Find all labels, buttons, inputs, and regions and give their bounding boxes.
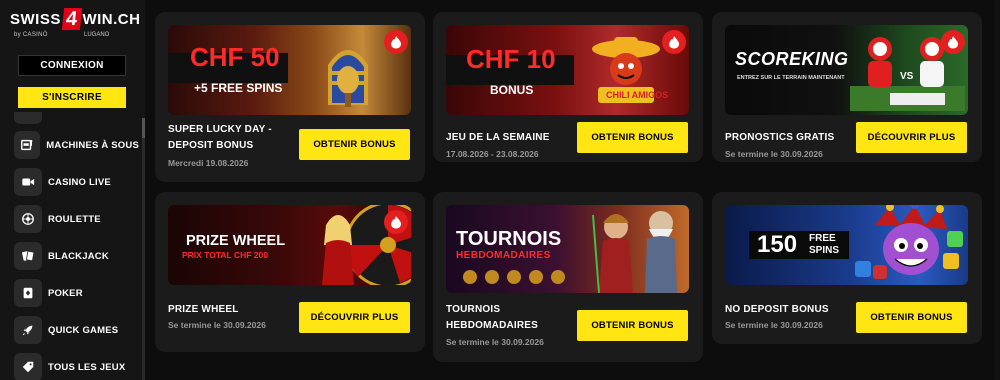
banner-headline: PRIZE WHEEL <box>186 233 286 249</box>
logo-subtitle-left: by CASINÒ <box>14 32 48 38</box>
hot-fire-icon <box>384 210 408 234</box>
banner-subline: SPINS <box>809 245 840 256</box>
slot-machine-icon <box>14 131 41 159</box>
logo-text-right: WIN.CH <box>82 10 141 28</box>
nav-item-poker[interactable]: POKER <box>14 279 139 307</box>
promo-subtitle: 17.08.2026 - 23.08.2026 <box>446 149 539 159</box>
promo-card: PRIZE WHEEL PRIX TOTAL CHF 200 PRIZE WHE… <box>155 192 425 352</box>
tournament-badges-icon <box>463 270 565 284</box>
banner-tagline: ENTREZ SUR LE TERRAIN MAINTENANT <box>737 75 845 81</box>
promo-title-line: DEPOSIT BONUS <box>168 140 254 151</box>
rocket-icon <box>14 316 42 344</box>
promo-subtitle: Se termine le 30.09.2026 <box>725 149 823 159</box>
nav-item-blackjack[interactable]: BLACKJACK <box>14 242 139 270</box>
hot-fire-icon <box>941 30 965 54</box>
banner-subline: +5 FREE SPINS <box>194 81 283 95</box>
get-bonus-button[interactable]: OBTENIR BONUS <box>577 310 688 341</box>
hot-fire-icon <box>384 30 408 54</box>
promo-banner[interactable]: SCOREKING ENTREZ SUR LE TERRAIN MAINTENA… <box>725 25 968 115</box>
promo-card: 150 FREE SPINS NO DEPOSIT BONUS Se termi… <box>712 192 982 344</box>
promo-title: NO DEPOSIT BONUS <box>725 304 829 315</box>
banner-headline: TOURNOIS <box>456 228 562 250</box>
promo-card: TOURNOIS HEBDOMADAIRES TOURNOIS HEBDOMAD… <box>433 192 703 362</box>
promo-subtitle: Se termine le 30.09.2026 <box>168 320 266 330</box>
site-logo[interactable]: SWISS 4 WIN.CH by CASINÒ LUGANO <box>10 8 140 38</box>
tag-icon <box>14 353 42 380</box>
promo-title-line: SUPER LUCKY DAY - <box>168 124 272 135</box>
nav-item-quick-games[interactable]: QUICK GAMES <box>14 316 139 344</box>
promo-title: PRONOSTICS GRATIS <box>725 132 835 143</box>
svg-text:VS: VS <box>900 71 914 82</box>
promo-title-line: TOURNOIS <box>446 304 501 315</box>
nav-label: MACHINES À SOUS <box>46 139 139 151</box>
banner-subline: BONUS <box>490 83 534 97</box>
roulette-icon <box>14 205 42 233</box>
banner-subline: HEBDOMADAIRES <box>456 250 551 261</box>
nav-label: ROULETTE <box>48 213 101 225</box>
banner-subline: FREE <box>809 233 836 244</box>
nav-item-live-casino[interactable]: CASINO LIVE <box>14 168 139 196</box>
nav-label: CASINO LIVE <box>48 176 111 188</box>
sidebar-scrollbar[interactable] <box>142 118 145 380</box>
logo-subtitle-right: LUGANO <box>84 32 110 38</box>
get-bonus-button[interactable]: OBTENIR BONUS <box>856 302 967 333</box>
promo-title: SUPER LUCKY DAY - DEPOSIT BONUS <box>168 122 272 154</box>
nav-item-all-games[interactable]: TOUS LES JEUX <box>14 353 139 380</box>
banner-headline: 150 <box>757 231 798 258</box>
nav-item-roulette[interactable]: ROULETTE <box>14 205 139 233</box>
get-bonus-button[interactable]: OBTENIR BONUS <box>577 122 688 153</box>
scrollbar-thumb[interactable] <box>142 118 145 138</box>
pharaoh-mask-icon <box>328 50 368 107</box>
banner-subline: PRIX TOTAL CHF 200 <box>182 250 268 260</box>
banner-brand: SCOREKING <box>735 49 849 69</box>
page-scrollbar[interactable] <box>994 0 1000 380</box>
promo-banner[interactable]: TOURNOIS HEBDOMADAIRES <box>446 205 689 293</box>
promo-banner[interactable]: CHF 10 BONUS CHILI AMIGOS <box>446 25 689 115</box>
signup-button[interactable]: S'INSCRIRE <box>18 87 126 108</box>
nav-item-partial <box>14 112 42 124</box>
promo-title-line: HEBDOMADAIRES <box>446 320 539 331</box>
promo-title: JEU DE LA SEMAINE <box>446 132 550 143</box>
discover-more-button[interactable]: DÉCOUVRIR PLUS <box>299 302 410 333</box>
promo-subtitle: Se termine le 30.09.2026 <box>725 320 823 330</box>
promo-card: SCOREKING ENTREZ SUR LE TERRAIN MAINTENA… <box>712 12 982 162</box>
banner-headline: CHF 50 <box>190 42 280 72</box>
poker-chip-icon <box>14 279 42 307</box>
promo-subtitle: Se termine le 30.09.2026 <box>446 337 544 347</box>
banner-game-name: CHILI AMIGOS <box>606 90 669 100</box>
login-button[interactable]: CONNEXION <box>18 55 126 76</box>
promo-card: CHF 50 +5 FREE SPINS SUPER LUCKY DAY - D… <box>155 12 425 182</box>
promo-banner[interactable]: CHF 50 +5 FREE SPINS <box>168 25 411 115</box>
live-camera-icon <box>14 168 42 196</box>
nav-label: BLACKJACK <box>48 250 109 262</box>
logo-text-left: SWISS <box>10 10 61 28</box>
promo-title: TOURNOIS HEBDOMADAIRES <box>446 302 538 334</box>
joker-character-icon <box>855 205 963 279</box>
promo-title: PRIZE WHEEL <box>168 304 239 315</box>
nav-label: POKER <box>48 287 83 299</box>
nav-item-slots[interactable]: MACHINES À SOUS <box>14 131 139 159</box>
sidebar: SWISS 4 WIN.CH by CASINÒ LUGANO CONNEXIO… <box>0 0 145 380</box>
banner-headline: CHF 10 <box>466 44 556 74</box>
nav-label: TOUS LES JEUX <box>48 361 126 373</box>
cards-icon <box>14 242 42 270</box>
gods-characters-icon <box>592 211 677 293</box>
nav-label: QUICK GAMES <box>48 324 119 336</box>
promo-banner[interactable]: 150 FREE SPINS <box>725 205 968 285</box>
hot-fire-icon <box>662 30 686 54</box>
logo-four: 4 <box>61 8 82 30</box>
discover-more-button[interactable]: DÉCOUVRIR PLUS <box>856 122 967 153</box>
promo-subtitle: Mercredi 19.08.2026 <box>168 158 249 168</box>
get-bonus-button[interactable]: OBTENIR BONUS <box>299 129 410 160</box>
promo-card: CHF 10 BONUS CHILI AMIGOS JEU DE LA SEMA… <box>433 12 703 162</box>
promo-banner[interactable]: PRIZE WHEEL PRIX TOTAL CHF 200 <box>168 205 411 285</box>
